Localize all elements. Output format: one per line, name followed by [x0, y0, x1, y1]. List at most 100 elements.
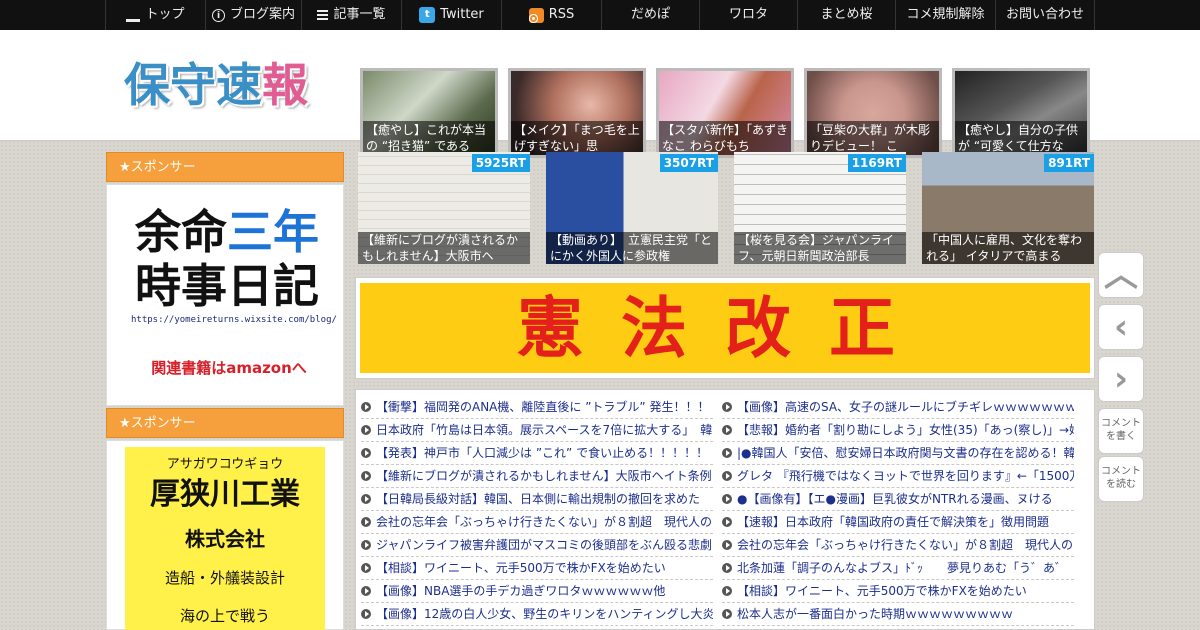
- featured-article-caption: 【癒やし】自分の子供が “可愛くて仕方な: [955, 121, 1087, 155]
- play-bullet-icon: [722, 402, 732, 412]
- ad-title-line1: 余命三年: [129, 203, 325, 261]
- headline-item[interactable]: 【画像】高速のSA、女子の謎ルールにブチギレｗｗｗｗｗｗｗ: [722, 396, 1074, 419]
- headline-item[interactable]: |●韓国人「安倍、慰安婦日本政府関与文書の存在を認める！韓: [722, 442, 1074, 465]
- list-icon: [317, 9, 329, 21]
- headline-item[interactable]: 【悲報】婚約者「割り勘にしよう」女性(35)「あっ(察し)」→婚: [722, 419, 1074, 442]
- rss-icon: [528, 7, 544, 23]
- scroll-top-button[interactable]: ︿: [1098, 252, 1144, 298]
- read-comment-label: コメントを読む: [1101, 466, 1141, 490]
- headline-text: 【画像】NBA選手の手デカ過ぎワロタｗｗｗｗｗｗ他: [376, 584, 666, 598]
- nav-item-comment-unblock[interactable]: コメ規制解除: [895, 0, 995, 30]
- ad-title-text-blue: 三年: [227, 205, 319, 259]
- headline-text: 【発表】神戸市「人口減少は ”これ” で食い止める！！！！！: [376, 446, 709, 460]
- ad-title-text: 余命: [135, 205, 227, 259]
- headline-item[interactable]: 松本人志が一番面白かった時期ｗｗｗｗｗｗｗｗｗ: [722, 603, 1074, 626]
- play-bullet-icon: [722, 517, 732, 527]
- rt-count-badge: 5925RT: [471, 154, 530, 172]
- ad-company-desc: 造船・外艤装設計: [164, 569, 285, 587]
- headline-item[interactable]: 【維新にブログが潰されるかもしれません】大阪市ヘイト条例: [361, 465, 713, 488]
- ad-company-kana: アサガワコウギョウ: [166, 457, 284, 472]
- rt-article-caption: 【動画あり】 立憲民主党「とにかく外国人に参政権: [546, 232, 718, 264]
- rt-article-caption: 【維新にブログが潰されるかもしれません】大阪市ヘ: [358, 232, 530, 264]
- sponsor-heading: ★スポンサー: [106, 152, 344, 182]
- logo-text-accent: 報: [262, 58, 308, 112]
- logo-text: 保守: [124, 58, 216, 112]
- rt-article-card[interactable]: 1169RT 【桜を見る会】ジャパンライフ、元朝日新聞政治部長: [734, 152, 906, 264]
- nav-item-warota[interactable]: ワロタ: [699, 0, 797, 30]
- nav-item-blog-guide[interactable]: i ブログ案内: [205, 0, 301, 30]
- sponsor-ad-asagawa[interactable]: アサガワコウギョウ 厚狭川工業 株式会社 造船・外艤装設計 海の上で戦う: [106, 440, 344, 630]
- headline-item[interactable]: 【衝撃】福岡発のANA機、離陸直後に ”トラブル” 発生！！！: [361, 396, 713, 419]
- featured-article[interactable]: 「豆柴の大群」が木彫りデビュー！ こ: [804, 68, 942, 158]
- home-icon: [126, 9, 141, 22]
- sponsor-ad-yomei[interactable]: 余命三年 時事日記 https://yomeireturns.wixsite.c…: [106, 184, 344, 406]
- play-bullet-icon: [361, 425, 371, 435]
- featured-article-caption: 【メイク】「まつ毛を上げすぎない」思: [511, 121, 643, 155]
- headline-item[interactable]: 【画像】12歳の白人少女、野生のキリンをハンティングし大炎: [361, 603, 713, 626]
- nav-item-contact[interactable]: お問い合わせ: [995, 0, 1095, 30]
- headline-text: 【衝撃】福岡発のANA機、離陸直後に ”トラブル” 発生！！！: [376, 400, 710, 414]
- headline-item[interactable]: ジャパンライフ被害弁護団がマスコミの後頭部をぶん殴る悲劇: [361, 534, 713, 557]
- rt-article-card[interactable]: 891RT 「中国人に雇用、文化を奪われる」 イタリアで高まる: [922, 152, 1094, 264]
- info-icon: i: [211, 8, 225, 22]
- nav-item-article-list[interactable]: 記事一覧: [301, 0, 401, 30]
- nav-item-rss[interactable]: RSS: [501, 0, 601, 30]
- chevron-right-icon: ›: [1113, 359, 1128, 399]
- featured-article-caption: 【癒やし】これが本当の “招き猫” である: [363, 121, 495, 155]
- headline-text: 会社の忘年会「ぶっちゃけ行きたくない」が８割超 現代人の: [376, 515, 713, 529]
- headline-item[interactable]: 北条加蓮「調子のんなよブス」ﾄﾞｯ 夢見りあむ「う゛あ゛: [722, 557, 1074, 580]
- headline-item[interactable]: 【発表】神戸市「人口減少は ”これ” で食い止める！！！！！: [361, 442, 713, 465]
- play-bullet-icon: [722, 609, 732, 619]
- headline-item[interactable]: 【相談】ワイニート、元手500万で株かFXを始めたい: [361, 557, 713, 580]
- headline-item[interactable]: 【日韓局長級対話】韓国、日本側に輸出規制の撤回を求めた: [361, 488, 713, 511]
- rt-article-card[interactable]: 5925RT 【維新にブログが潰されるかもしれません】大阪市ヘ: [358, 152, 530, 264]
- forward-button[interactable]: ›: [1098, 356, 1144, 402]
- read-comment-button[interactable]: コメントを読む: [1098, 456, 1144, 502]
- constitution-banner[interactable]: 憲法改正: [355, 277, 1095, 379]
- nav-item-damepo[interactable]: だめぽ: [601, 0, 699, 30]
- nav-item-twitter[interactable]: t Twitter: [401, 0, 501, 30]
- headline-item[interactable]: 日本政府「竹島は日本領。展示スペースを7倍に拡大する」 韓: [361, 419, 713, 442]
- nav-item-label: 記事一覧: [333, 7, 386, 22]
- nav-item-label: だめぽ: [630, 7, 670, 22]
- rt-article-caption: 【桜を見る会】ジャパンライフ、元朝日新聞政治部長: [734, 232, 906, 264]
- ad-company-type: 株式会社: [185, 527, 265, 551]
- play-bullet-icon: [361, 563, 371, 573]
- play-bullet-icon: [361, 448, 371, 458]
- headline-text: 松本人志が一番面白かった時期ｗｗｗｗｗｗｗｗｗ: [737, 607, 1014, 621]
- headline-item[interactable]: 【画像】NBA選手の手デカ過ぎワロタｗｗｗｗｗｗ他: [361, 580, 713, 603]
- headline-text: 日本政府「竹島は日本領。展示スペースを7倍に拡大する」 韓: [376, 423, 713, 437]
- chevron-up-icon: ︿: [1104, 255, 1138, 295]
- nav-item-top[interactable]: トップ: [105, 0, 205, 30]
- headline-item[interactable]: グレタ 『飛行機ではなくヨットで世界を回ります』←「1500万: [722, 465, 1074, 488]
- headline-item[interactable]: 会社の忘年会「ぶっちゃけ行きたくない」が８割超 現代人の: [722, 534, 1074, 557]
- headline-item[interactable]: 【相談】ワイニート、元手500万で株かFXを始めたい: [722, 580, 1074, 603]
- featured-article-caption: 「豆柴の大群」が木彫りデビュー！ こ: [807, 121, 939, 155]
- featured-article[interactable]: 【癒やし】これが本当の “招き猫” である: [360, 68, 498, 158]
- site-logo[interactable]: 保守速報: [124, 56, 320, 114]
- nav-item-label: まとめ桜: [820, 7, 873, 22]
- write-comment-button[interactable]: コメントを書く: [1098, 408, 1144, 454]
- rt-article-card[interactable]: 3507RT 【動画あり】 立憲民主党「とにかく外国人に参政権: [546, 152, 718, 264]
- featured-article[interactable]: 【メイク】「まつ毛を上げすぎない」思: [508, 68, 646, 158]
- headline-item[interactable]: 会社の忘年会「ぶっちゃけ行きたくない」が８割超 現代人の: [361, 511, 713, 534]
- write-comment-label: コメントを書く: [1101, 418, 1141, 442]
- back-button[interactable]: ‹: [1098, 304, 1144, 350]
- play-bullet-icon: [361, 540, 371, 550]
- play-bullet-icon: [722, 471, 732, 481]
- featured-article[interactable]: 【癒やし】自分の子供が “可愛くて仕方な: [952, 68, 1090, 158]
- site-header: 保守速報 【癒やし】これが本当の “招き猫” である 【メイク】「まつ毛を上げす…: [0, 30, 1200, 158]
- ad-company-name: 厚狭川工業: [150, 477, 300, 512]
- headline-text: 【悲報】婚約者「割り勘にしよう」女性(35)「あっ(察し)」→婚: [737, 423, 1074, 437]
- featured-article[interactable]: 【スタバ新作】「あずきなこ わらびもち: [656, 68, 794, 158]
- ad-amazon-link[interactable]: 関連書籍はamazonへ: [131, 357, 327, 378]
- ad-title-line2: 時事日記: [135, 259, 319, 313]
- headline-text: 【画像】12歳の白人少女、野生のキリンをハンティングし大炎: [376, 607, 713, 621]
- headline-text: 【相談】ワイニート、元手500万で株かFXを始めたい: [376, 561, 666, 575]
- nav-item-matome-sakura[interactable]: まとめ桜: [797, 0, 895, 30]
- headline-item[interactable]: ●【画像有】【エ●漫画】巨乳彼女がNTRれる漫画、ヌける: [722, 488, 1074, 511]
- headline-item[interactable]: 【速報】日本政府「韓国政府の責任で解決策を」徴用問題: [722, 511, 1074, 534]
- headline-text: 【画像】高速のSA、女子の謎ルールにブチギレｗｗｗｗｗｗｗ: [737, 400, 1074, 414]
- sidebar: ★スポンサー 余命三年 時事日記 https://yomeireturns.wi…: [106, 152, 344, 630]
- ad-banner: アサガワコウギョウ 厚狭川工業 株式会社 造船・外艤装設計 海の上で戦う: [125, 447, 325, 630]
